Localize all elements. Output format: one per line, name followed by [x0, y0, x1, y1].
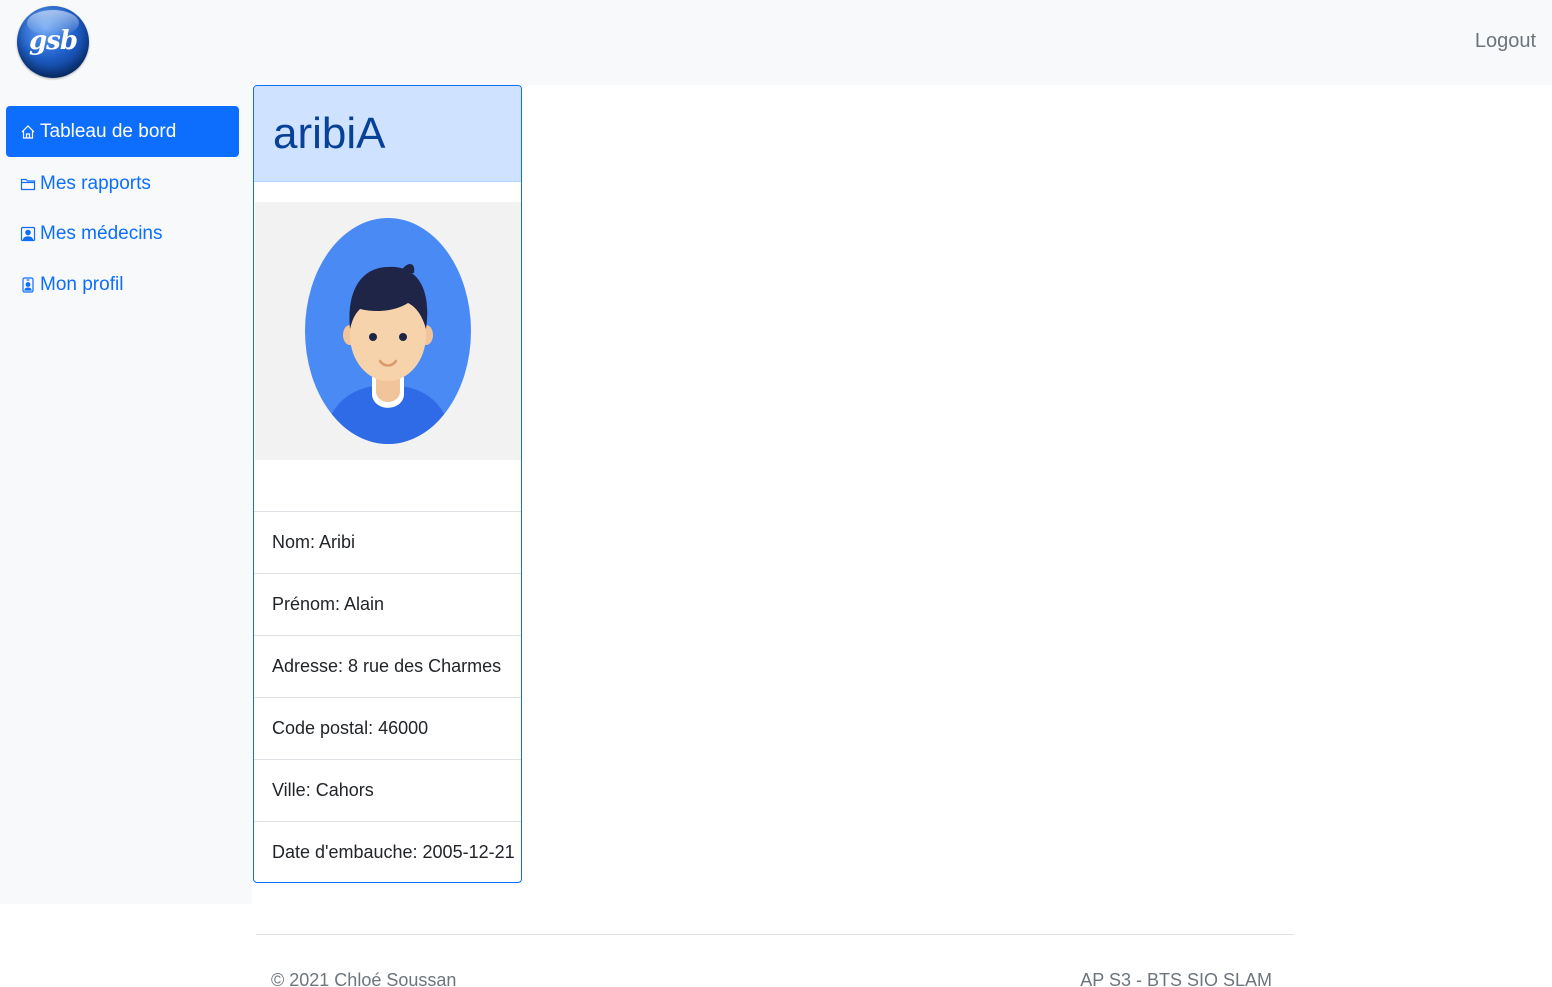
- profile-username: aribiA: [273, 108, 386, 158]
- field-nom: Nom: Aribi: [254, 511, 521, 573]
- sidebar-item-label: Mon profil: [40, 273, 124, 295]
- gsb-logo[interactable]: gsb: [17, 6, 89, 78]
- avatar: [305, 218, 471, 444]
- field-adresse: Adresse: 8 rue des Charmes: [254, 635, 521, 697]
- sidebar-item-mes-rapports[interactable]: Mes rapports: [6, 158, 239, 209]
- sidebar-item-label: Mes rapports: [40, 172, 151, 194]
- sidebar-item-label: Mes médecins: [40, 222, 163, 244]
- top-navbar: gsb Logout: [0, 0, 1552, 85]
- sidebar: Tableau de bord Mes rapports Mes médecin…: [0, 85, 252, 904]
- sidebar-item-mes-medecins[interactable]: Mes médecins: [6, 208, 239, 259]
- field-prenom: Prénom: Alain: [254, 573, 521, 635]
- logo-text: gsb: [29, 26, 78, 56]
- field-code-postal: Code postal: 46000: [254, 697, 521, 759]
- avatar-container: [255, 202, 521, 460]
- footer-copyright: © 2021 Chloé Soussan: [271, 970, 457, 987]
- logout-link[interactable]: Logout: [1475, 30, 1536, 53]
- footer-course: AP S3 - BTS SIO SLAM: [1080, 970, 1272, 987]
- profile-info-list: Nom: Aribi Prénom: Alain Adresse: 8 rue …: [254, 511, 521, 882]
- sidebar-item-mon-profil[interactable]: Mon profil: [6, 259, 239, 310]
- house-icon: [21, 124, 35, 139]
- sidebar-item-label: Tableau de bord: [40, 120, 177, 142]
- person-badge-icon: [22, 276, 34, 293]
- footer-divider: [256, 934, 1294, 935]
- profile-card: aribiA Nom: Aribi Prénom: Alain Adresse:…: [253, 85, 522, 883]
- field-ville: Ville: Cahors: [254, 759, 521, 821]
- sidebar-item-tableau-de-bord[interactable]: Tableau de bord: [6, 106, 239, 157]
- card-header: aribiA: [254, 86, 521, 182]
- person-square-icon: [20, 226, 36, 241]
- folder-icon: [20, 178, 36, 190]
- field-date-embauche: Date d'embauche: 2005-12-21: [254, 821, 521, 882]
